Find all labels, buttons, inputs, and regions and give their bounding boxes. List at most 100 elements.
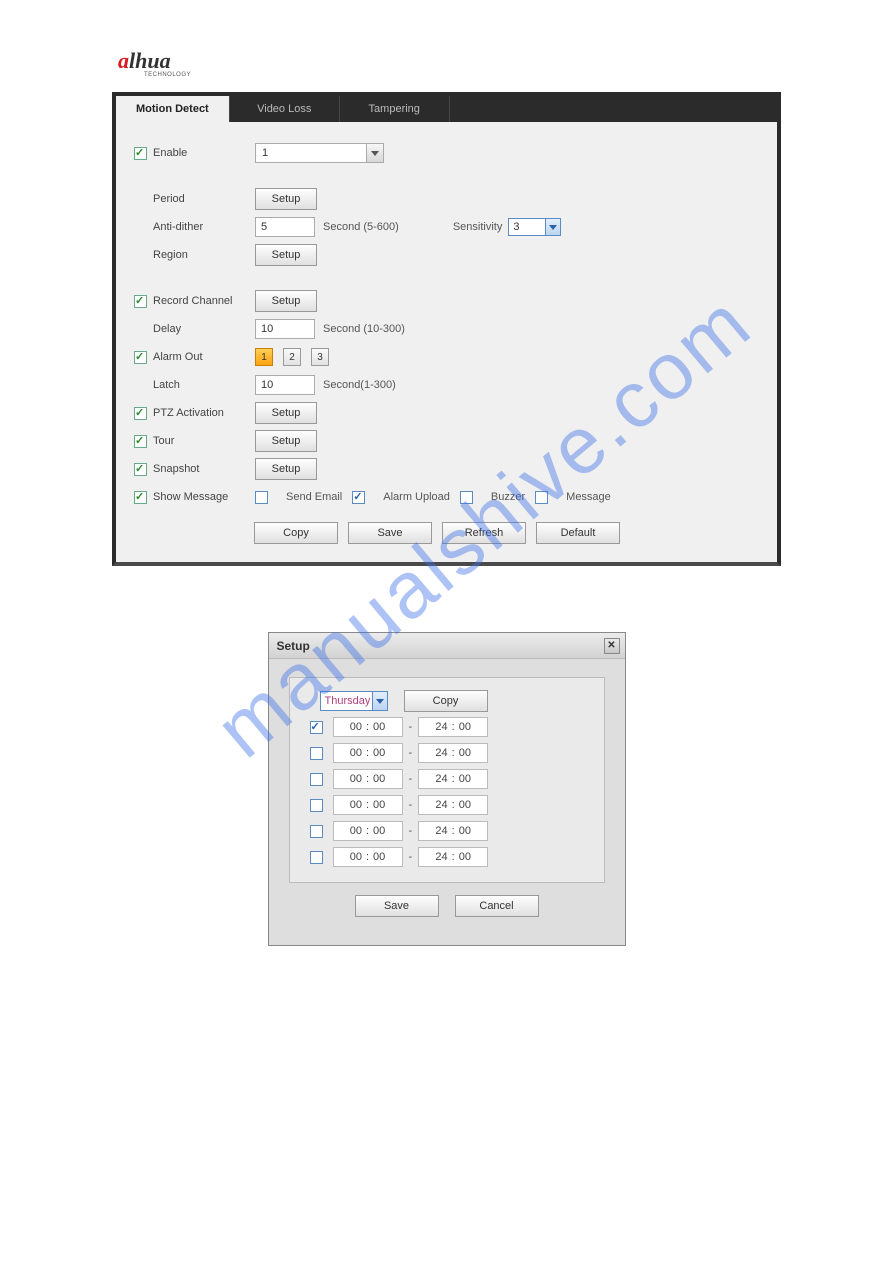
- panel-body: Enable 1 Period Setup Anti-dither Second…: [116, 122, 777, 562]
- time-start-input[interactable]: 00:00: [333, 769, 403, 789]
- sensitivity-value: 3: [509, 219, 545, 235]
- time-row: 00:00-24:00: [310, 742, 586, 764]
- sensitivity-select[interactable]: 3: [508, 218, 561, 236]
- antidither-label: Anti-dither: [153, 221, 255, 233]
- snapshot-setup-button[interactable]: Setup: [255, 458, 317, 480]
- popup-cancel-button[interactable]: Cancel: [455, 895, 539, 917]
- latch-input[interactable]: [255, 375, 315, 395]
- enable-label: Enable: [153, 147, 255, 159]
- tab-video-loss[interactable]: Video Loss: [230, 96, 340, 122]
- alarm-out-label: Alarm Out: [153, 351, 255, 363]
- time-end-input[interactable]: 24:00: [418, 717, 488, 737]
- range-dash: -: [409, 721, 413, 733]
- range-dash: -: [409, 851, 413, 863]
- channel-value: 1: [256, 147, 366, 159]
- ptz-setup-button[interactable]: Setup: [255, 402, 317, 424]
- time-start-input[interactable]: 00:00: [333, 847, 403, 867]
- default-button[interactable]: Default: [536, 522, 620, 544]
- alarm-out-1-button[interactable]: 1: [255, 348, 273, 366]
- period-label: Period: [153, 193, 255, 205]
- dialog-button-row: Save Cancel: [289, 895, 605, 917]
- dialog-title: Setup: [277, 639, 310, 653]
- refresh-button[interactable]: Refresh: [442, 522, 526, 544]
- popup-copy-button[interactable]: Copy: [404, 690, 488, 712]
- motion-detect-panel: Motion Detect Video Loss Tampering Enabl…: [112, 92, 781, 566]
- close-icon: ✕: [607, 640, 615, 651]
- time-row: 00:00-24:00: [310, 846, 586, 868]
- logo-sub: TECHNOLOGY: [144, 72, 893, 78]
- day-dropdown-button[interactable]: [372, 692, 387, 710]
- alarm-out-3-button[interactable]: 3: [311, 348, 329, 366]
- logo: alhua TECHNOLOGY: [0, 0, 893, 86]
- day-value: Thursday: [321, 692, 372, 710]
- time-start-input[interactable]: 00:00: [333, 717, 403, 737]
- latch-label: Latch: [153, 379, 255, 391]
- range-dash: -: [409, 799, 413, 811]
- enable-checkbox[interactable]: [134, 147, 147, 160]
- period-setup-button[interactable]: Setup: [255, 188, 317, 210]
- message-checkbox[interactable]: [535, 491, 548, 504]
- time-end-input[interactable]: 24:00: [418, 743, 488, 763]
- region-setup-button[interactable]: Setup: [255, 244, 317, 266]
- region-label: Region: [153, 249, 255, 261]
- dialog-titlebar: Setup ✕: [269, 633, 625, 659]
- snapshot-checkbox[interactable]: [134, 463, 147, 476]
- time-enable-checkbox[interactable]: [310, 773, 323, 786]
- record-channel-setup-button[interactable]: Setup: [255, 290, 317, 312]
- time-row: 00:00-24:00: [310, 716, 586, 738]
- alarm-out-checkbox[interactable]: [134, 351, 147, 364]
- logo-lhua: lhua: [129, 48, 171, 73]
- time-enable-checkbox[interactable]: [310, 721, 323, 734]
- time-enable-checkbox[interactable]: [310, 747, 323, 760]
- tour-checkbox[interactable]: [134, 435, 147, 448]
- show-message-checkbox[interactable]: [134, 491, 147, 504]
- time-end-input[interactable]: 24:00: [418, 821, 488, 841]
- time-end-input[interactable]: 24:00: [418, 847, 488, 867]
- time-enable-checkbox[interactable]: [310, 851, 323, 864]
- alarm-out-2-button[interactable]: 2: [283, 348, 301, 366]
- send-email-label: Send Email: [286, 491, 342, 503]
- snapshot-label: Snapshot: [153, 463, 255, 475]
- time-end-input[interactable]: 24:00: [418, 769, 488, 789]
- alarm-upload-label: Alarm Upload: [383, 491, 450, 503]
- delay-hint: Second (10-300): [323, 323, 405, 335]
- time-start-input[interactable]: 00:00: [333, 743, 403, 763]
- ptz-activation-checkbox[interactable]: [134, 407, 147, 420]
- time-row: 00:00-24:00: [310, 794, 586, 816]
- close-button[interactable]: ✕: [604, 638, 620, 654]
- tour-label: Tour: [153, 435, 255, 447]
- ptz-activation-label: PTZ Activation: [153, 407, 255, 419]
- time-start-input[interactable]: 00:00: [333, 821, 403, 841]
- chevron-down-icon: [376, 699, 384, 704]
- time-enable-checkbox[interactable]: [310, 799, 323, 812]
- antidither-hint: Second (5-600): [323, 221, 399, 233]
- tab-tampering[interactable]: Tampering: [340, 96, 450, 122]
- send-email-checkbox[interactable]: [255, 491, 268, 504]
- logo-a: a: [118, 48, 129, 73]
- buzzer-label: Buzzer: [491, 491, 525, 503]
- tour-setup-button[interactable]: Setup: [255, 430, 317, 452]
- alarm-upload-checkbox[interactable]: [352, 491, 365, 504]
- time-start-input[interactable]: 00:00: [333, 795, 403, 815]
- day-select[interactable]: Thursday: [320, 691, 388, 711]
- time-enable-checkbox[interactable]: [310, 825, 323, 838]
- channel-dropdown-button[interactable]: [366, 144, 383, 162]
- action-button-row: Copy Save Refresh Default: [254, 522, 759, 544]
- popup-save-button[interactable]: Save: [355, 895, 439, 917]
- record-channel-checkbox[interactable]: [134, 295, 147, 308]
- save-button[interactable]: Save: [348, 522, 432, 544]
- antidither-input[interactable]: [255, 217, 315, 237]
- message-label: Message: [566, 491, 611, 503]
- delay-label: Delay: [153, 323, 255, 335]
- buzzer-checkbox[interactable]: [460, 491, 473, 504]
- show-message-label: Show Message: [153, 491, 255, 503]
- delay-input[interactable]: [255, 319, 315, 339]
- sensitivity-dropdown-button[interactable]: [545, 219, 560, 235]
- copy-button[interactable]: Copy: [254, 522, 338, 544]
- schedule-box: Thursday Copy 00:00-24:0000:00-24:0000:0…: [289, 677, 605, 883]
- channel-select[interactable]: 1: [255, 143, 384, 163]
- tab-motion-detect[interactable]: Motion Detect: [116, 96, 230, 122]
- time-end-input[interactable]: 24:00: [418, 795, 488, 815]
- sensitivity-label: Sensitivity: [453, 221, 503, 233]
- time-row: 00:00-24:00: [310, 820, 586, 842]
